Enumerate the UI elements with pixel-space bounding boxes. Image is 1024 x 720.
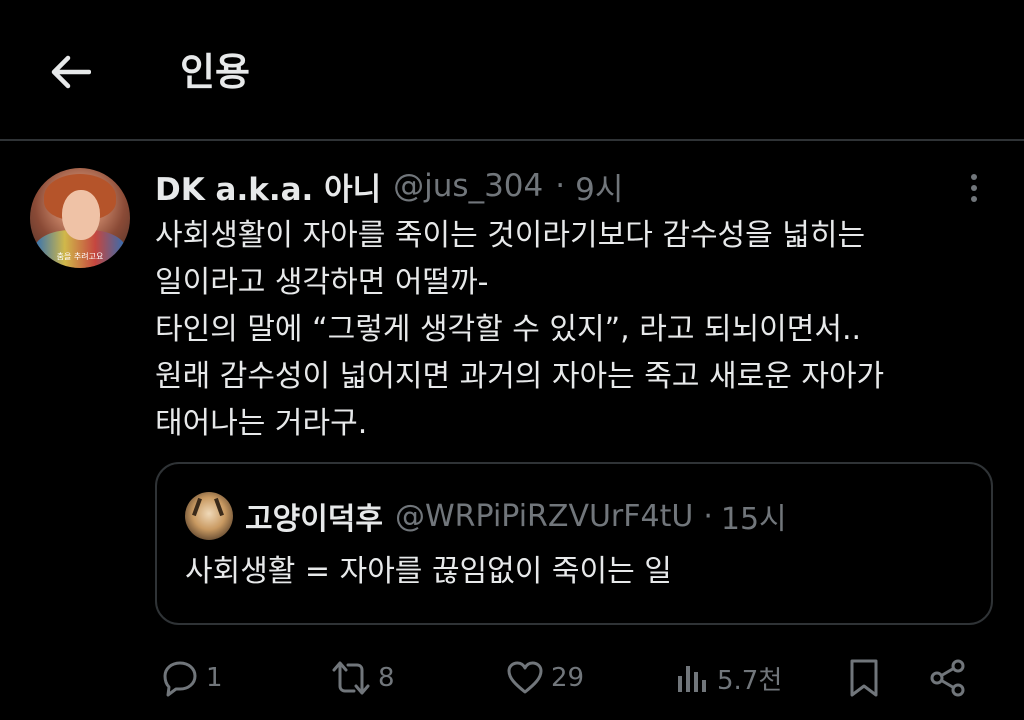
share-icon bbox=[930, 659, 965, 697]
views-chart-icon bbox=[678, 666, 706, 692]
more-dot-icon bbox=[971, 185, 977, 191]
views-button[interactable]: 5.7천 bbox=[673, 650, 782, 706]
reply-icon bbox=[163, 661, 197, 697]
reply-button[interactable]: 1 bbox=[160, 650, 223, 706]
tweet-line: 태어나는 거라구. bbox=[155, 406, 368, 441]
tweet-line: 사회생활이 자아를 죽이는 것이라기보다 감수성을 넓히는 bbox=[155, 218, 866, 253]
quoted-author-avatar bbox=[185, 492, 233, 540]
like-button[interactable]: 29 bbox=[505, 650, 584, 706]
retweet-button[interactable]: 8 bbox=[330, 650, 395, 706]
reply-count: 1 bbox=[206, 663, 223, 693]
more-options-button[interactable] bbox=[958, 170, 990, 206]
separator-dot: · bbox=[703, 498, 713, 534]
bookmark-button[interactable] bbox=[846, 650, 882, 706]
quoted-author-handle: @WRPiPiRZVUrF4tU bbox=[395, 498, 694, 534]
tweet-header: DK a.k.a. 아니 @jus_304 · 9시 bbox=[155, 164, 623, 208]
bookmark-icon bbox=[850, 659, 878, 697]
tweet-line: 일이라고 생각하면 어떨까- bbox=[155, 265, 489, 300]
tweet-line: 타인의 말에 “그렇게 생각할 수 있지”, 라고 되뇌이면서.. bbox=[155, 312, 862, 347]
view-count: 5.7천 bbox=[717, 665, 783, 696]
author-avatar[interactable]: 춤을 추려고요 bbox=[30, 168, 130, 268]
quoted-tweet-header: 고양이덕후 @WRPiPiRZVUrF4tU · 15시 bbox=[245, 494, 787, 538]
tweet-text: 사회생활이 자아를 죽이는 것이라기보다 감수성을 넓히는 일이라고 생각하면 … bbox=[155, 212, 985, 447]
more-dot-icon bbox=[971, 196, 977, 202]
tweet-line: 원래 감수성이 넓어지면 과거의 자아는 죽고 새로운 자아가 bbox=[155, 359, 885, 394]
author-handle[interactable]: @jus_304 bbox=[393, 168, 543, 204]
author-name[interactable]: DK a.k.a. 아니 bbox=[155, 164, 381, 209]
action-bar: 1 8 29 5.7천 bbox=[0, 650, 1024, 706]
share-button[interactable] bbox=[928, 650, 968, 706]
arrow-left-icon bbox=[51, 55, 91, 89]
page-title: 인용 bbox=[180, 50, 250, 94]
quoted-tweet-card[interactable]: 고양이덕후 @WRPiPiRZVUrF4tU · 15시 사회생활 = 자아를 … bbox=[155, 462, 993, 625]
top-header: 인용 bbox=[0, 0, 1024, 140]
heart-icon bbox=[507, 661, 543, 694]
header-divider bbox=[0, 139, 1024, 141]
like-count: 29 bbox=[551, 663, 585, 693]
avatar-caption: 춤을 추려고요 bbox=[56, 252, 104, 261]
quoted-tweet-text: 사회생활 = 자아를 끊임없이 죽이는 일 bbox=[185, 554, 672, 589]
retweet-count: 8 bbox=[378, 663, 395, 693]
quoted-author-name: 고양이덕후 bbox=[245, 502, 383, 537]
retweet-icon bbox=[332, 661, 370, 695]
quoted-tweet-time: 15시 bbox=[720, 502, 787, 537]
back-button[interactable] bbox=[40, 44, 100, 100]
more-dot-icon bbox=[971, 174, 977, 180]
tweet-time[interactable]: 9시 bbox=[575, 164, 623, 209]
separator-dot: · bbox=[555, 168, 566, 204]
